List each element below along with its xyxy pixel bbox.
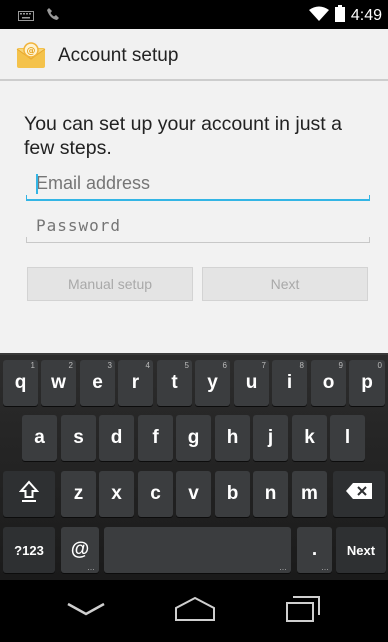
key-hint: 5	[184, 361, 189, 370]
key-p[interactable]: p0	[349, 360, 385, 406]
password-field-underline	[26, 237, 370, 243]
key-label: q	[14, 372, 27, 393]
key-t[interactable]: t5	[157, 360, 192, 406]
intro-text: You can set up your account in just a fe…	[24, 113, 342, 159]
key-j[interactable]: j	[253, 415, 288, 461]
key-label: @	[70, 539, 90, 560]
next-key[interactable]: Next	[336, 527, 386, 573]
key-x[interactable]: x	[99, 471, 134, 517]
back-button[interactable]	[56, 593, 116, 629]
key-c[interactable]: c	[138, 471, 173, 517]
key-label: i	[286, 372, 293, 393]
home-icon	[174, 596, 216, 627]
backspace-icon	[346, 483, 372, 505]
key-more-hint: …	[87, 563, 95, 572]
key-hint: 2	[68, 361, 73, 370]
key-g[interactable]: g	[176, 415, 211, 461]
recents-button[interactable]	[273, 593, 333, 629]
key-label: r	[131, 372, 140, 393]
space-key[interactable]: …	[104, 527, 291, 573]
key-l[interactable]: l	[330, 415, 365, 461]
key-hint: 3	[107, 361, 112, 370]
email-field-wrapper	[26, 167, 370, 201]
phone-missed-icon	[46, 7, 60, 26]
key-label: e	[92, 372, 103, 393]
backspace-key[interactable]	[333, 471, 385, 517]
key-r[interactable]: r4	[118, 360, 153, 406]
key-s[interactable]: s	[61, 415, 96, 461]
key-more-hint: …	[321, 563, 329, 572]
password-field-wrapper	[26, 209, 370, 243]
key-f[interactable]: f	[138, 415, 173, 461]
key-z[interactable]: z	[61, 471, 96, 517]
key-b[interactable]: b	[215, 471, 250, 517]
key-label: w	[51, 372, 66, 393]
soft-keyboard: q1 w2 e3 r4 t5 y6 u7 i8 o9 p0 a s d f g …	[0, 353, 388, 580]
key-label: p	[361, 372, 373, 393]
at-key[interactable]: @ …	[61, 527, 99, 573]
key-e[interactable]: e3	[80, 360, 115, 406]
key-label: y	[207, 372, 218, 393]
key-w[interactable]: w2	[41, 360, 76, 406]
key-q[interactable]: q1	[3, 360, 38, 406]
key-o[interactable]: o9	[311, 360, 346, 406]
battery-icon	[334, 5, 345, 27]
key-i[interactable]: i8	[272, 360, 307, 406]
key-label: u	[245, 372, 258, 393]
navigation-bar	[0, 580, 388, 642]
key-a[interactable]: a	[22, 415, 57, 461]
account-setup-form: You can set up your account in just a fe…	[0, 81, 388, 353]
key-hint: 6	[222, 361, 227, 370]
key-h[interactable]: h	[215, 415, 250, 461]
status-time: 4:49	[350, 7, 382, 24]
email-app-icon[interactable]: @	[16, 41, 46, 69]
key-d[interactable]: d	[99, 415, 134, 461]
key-hint: 4	[145, 361, 150, 370]
shift-key[interactable]	[3, 471, 55, 517]
page-title: Account setup	[58, 45, 179, 66]
key-hint: 9	[338, 361, 343, 370]
key-v[interactable]: v	[176, 471, 211, 517]
key-hint: 0	[377, 361, 382, 370]
key-hint: 7	[261, 361, 266, 370]
shift-icon	[18, 480, 40, 508]
email-field-underline	[26, 195, 370, 201]
wifi-icon	[308, 6, 329, 27]
text-cursor	[36, 174, 38, 194]
key-label: o	[322, 372, 335, 393]
key-n[interactable]: n	[253, 471, 288, 517]
period-key[interactable]: . …	[297, 527, 332, 573]
key-more-hint: …	[279, 563, 287, 572]
action-bar: @ Account setup	[0, 29, 388, 81]
symbols-key[interactable]: ?123	[3, 527, 55, 573]
key-hint: 8	[299, 361, 304, 370]
next-button[interactable]: Next	[202, 267, 368, 301]
key-label: t	[171, 372, 178, 393]
recents-icon	[285, 595, 321, 628]
key-label: .	[311, 539, 318, 560]
key-k[interactable]: k	[292, 415, 327, 461]
manual-setup-button[interactable]: Manual setup	[27, 267, 193, 301]
keyboard-icon	[18, 8, 34, 26]
back-icon	[65, 601, 107, 622]
key-u[interactable]: u7	[234, 360, 269, 406]
key-y[interactable]: y6	[195, 360, 230, 406]
home-button[interactable]	[165, 593, 225, 629]
key-m[interactable]: m	[292, 471, 327, 517]
svg-text:@: @	[27, 47, 36, 57]
status-bar: 4:49	[0, 0, 388, 29]
key-hint: 1	[30, 361, 35, 370]
